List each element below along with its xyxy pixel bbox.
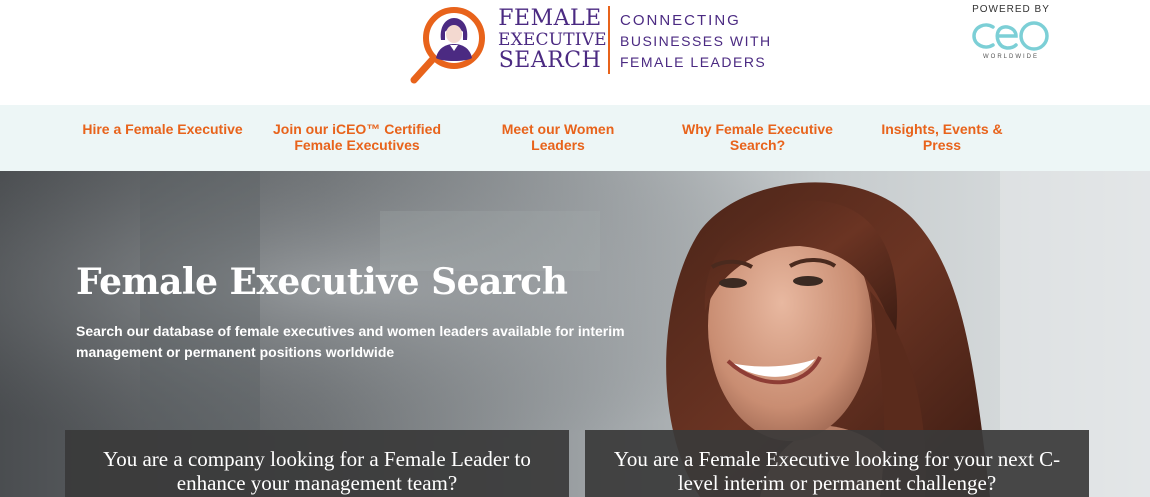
nav-meet-women-leaders[interactable]: Meet our Women Leaders bbox=[488, 121, 628, 153]
logo-name-line2: EXECUTIVE bbox=[498, 30, 607, 50]
nav-why-female-executive-search[interactable]: Why Female Executive Search? bbox=[670, 121, 845, 153]
powered-by[interactable]: POWERED BY WORLDWIDE bbox=[958, 4, 1064, 70]
logo-divider bbox=[608, 6, 610, 74]
tagline-line1: CONNECTING bbox=[620, 12, 741, 29]
tagline-line2: BUSINESSES WITH bbox=[620, 33, 772, 49]
logo-wordmark: FEMALE EXECUTIVE SEARCH bbox=[498, 6, 607, 73]
hero-banner: Female Executive Search Search our datab… bbox=[0, 171, 1150, 497]
ceo-worldwide-logo bbox=[972, 21, 1049, 51]
powered-by-label: POWERED BY bbox=[972, 4, 1050, 15]
logo-tagline: CONNECTING BUSINESSES WITH FEMALE LEADER… bbox=[620, 10, 772, 73]
executive-cta-card[interactable]: You are a Female Executive looking for y… bbox=[585, 430, 1089, 497]
site-header: FEMALE EXECUTIVE SEARCH CONNECTING BUSIN… bbox=[0, 0, 1150, 105]
logo-name-line1: FEMALE bbox=[498, 6, 602, 31]
main-nav: Hire a Female Executive Join our iCEO™ C… bbox=[0, 105, 1150, 171]
magnifier-woman-icon bbox=[410, 7, 485, 84]
site-logo[interactable]: FEMALE EXECUTIVE SEARCH CONNECTING BUSIN… bbox=[408, 4, 770, 86]
nav-join-iceo-certified[interactable]: Join our iCEO™ Certified Female Executiv… bbox=[262, 121, 452, 153]
company-cta-card[interactable]: You are a company looking for a Female L… bbox=[65, 430, 569, 497]
nav-hire-female-executive[interactable]: Hire a Female Executive bbox=[70, 121, 255, 137]
hero-subtitle: Search our database of female executives… bbox=[76, 323, 625, 360]
ceo-worldwide-text: WORLDWIDE bbox=[983, 54, 1039, 60]
hero-title: Female Executive Search bbox=[76, 261, 568, 303]
logo-name-line3: SEARCH bbox=[498, 48, 602, 73]
nav-insights-events-press[interactable]: Insights, Events & Press bbox=[866, 121, 1018, 153]
tagline-line3: FEMALE LEADERS bbox=[620, 54, 767, 70]
